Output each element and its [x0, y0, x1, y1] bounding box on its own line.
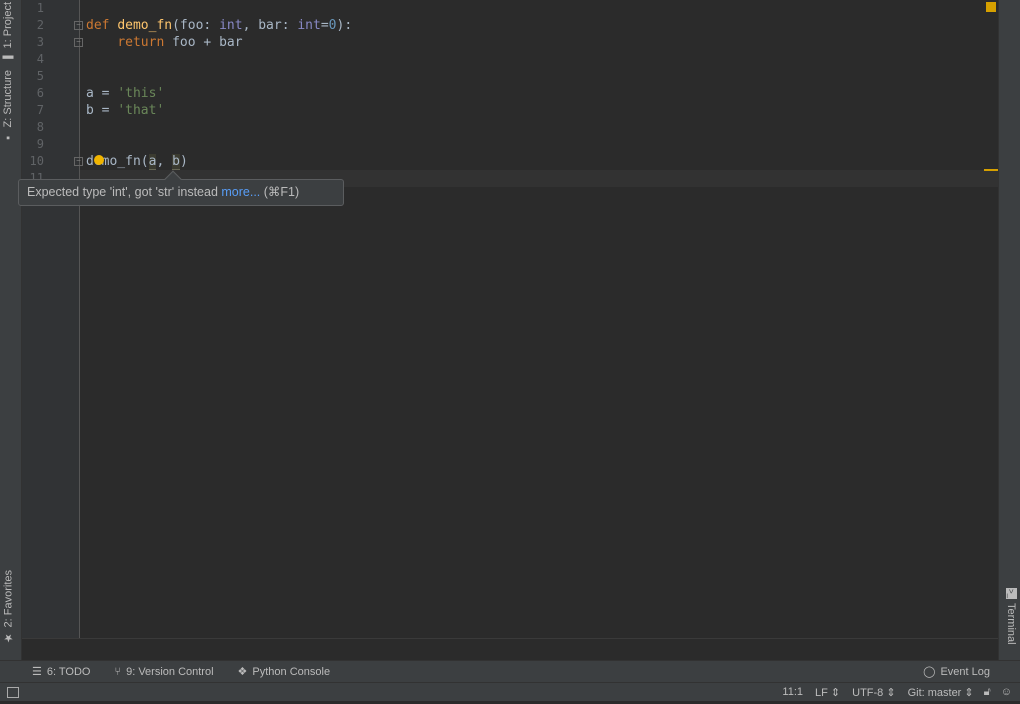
tab-structure[interactable]: ▪ Z: Structure	[2, 70, 14, 143]
encoding-selector[interactable]: UTF-8 ⇕	[852, 686, 895, 699]
tooltip-message: Expected type 'int', got 'str' instead	[27, 185, 222, 199]
speech-bubble-icon: ◯	[923, 666, 936, 678]
code-line-7: b = 'that'	[86, 103, 165, 118]
status-bar: 11:1 LF ⇕ UTF-8 ⇕ Git: master ⇕ 🔓︎ ☺	[0, 682, 1020, 701]
lock-icon[interactable]: 🔓︎	[984, 686, 991, 699]
toggle-tool-windows-icon[interactable]	[7, 686, 19, 698]
line-number: 3	[36, 35, 44, 49]
line-number: 7	[36, 103, 44, 117]
more-link[interactable]: more...	[221, 185, 260, 199]
line-number: 4	[36, 52, 44, 66]
caret-position[interactable]: 11:1	[782, 686, 803, 698]
event-log-button[interactable]: ◯ Event Log	[923, 665, 990, 679]
tool-window-bar: ☰ 6: TODO ⑂ 9: Version Control ❖ Python Con…	[0, 660, 1020, 682]
branch-icon: ⑂	[114, 665, 122, 678]
code-line-6: a = 'this'	[86, 86, 165, 101]
todo-button[interactable]: ☰ 6: TODO	[32, 665, 90, 679]
star-icon: ★	[3, 631, 15, 645]
terminal-icon: >_	[1005, 588, 1017, 600]
git-branch-selector[interactable]: Git: master ⇕	[908, 686, 974, 699]
python-console-button[interactable]: ❖ Python Console	[237, 665, 331, 679]
error-tooltip: Expected type 'int', got 'str' instead m…	[18, 170, 344, 206]
code-line-2: def demo_fn(foo: int, bar: int=0):	[86, 18, 353, 33]
tab-terminal[interactable]: >_ Terminal	[1005, 588, 1017, 645]
tooltip-shortcut: (⌘F1)	[260, 185, 300, 199]
line-number: 2	[36, 18, 44, 32]
warning-highlight: b	[172, 154, 180, 170]
line-number: 8	[36, 120, 44, 134]
python-icon: ❖	[237, 666, 248, 678]
line-number: 5	[36, 69, 44, 83]
left-tool-strip: ▬ 1: Project ▪ Z: Structure ★ 2: Favorites	[0, 0, 22, 660]
lightbulb-icon[interactable]	[94, 155, 104, 165]
warning-stripe[interactable]	[984, 169, 998, 171]
code-editor[interactable]: def demo_fn(foo: int, bar: int=0): retur…	[80, 0, 998, 638]
line-number: 1	[36, 1, 44, 15]
inspector-icon[interactable]: ☺	[1001, 686, 1012, 698]
list-icon: ☰	[32, 666, 42, 678]
right-tool-strip: >_ Terminal	[998, 0, 1020, 660]
version-control-button[interactable]: ⑂ 9: Version Control	[114, 666, 213, 678]
line-number: 9	[36, 137, 44, 151]
editor-gutter: 1 2 3 4 5 6 7 8 9 10 11 − − −	[22, 0, 83, 638]
tab-project[interactable]: ▬ 1: Project	[2, 2, 14, 64]
code-line-3: return foo + bar	[117, 35, 243, 50]
folder-icon: ▬	[2, 52, 14, 65]
tab-favorites[interactable]: ★ 2: Favorites	[2, 570, 16, 645]
structure-icon: ▪	[2, 131, 14, 144]
inspection-status-icon[interactable]	[986, 2, 996, 12]
line-separator-selector[interactable]: LF ⇕	[815, 686, 840, 699]
line-number: 6	[36, 86, 44, 100]
line-number: 10	[29, 154, 44, 168]
horizontal-scrollbar[interactable]	[22, 638, 998, 660]
